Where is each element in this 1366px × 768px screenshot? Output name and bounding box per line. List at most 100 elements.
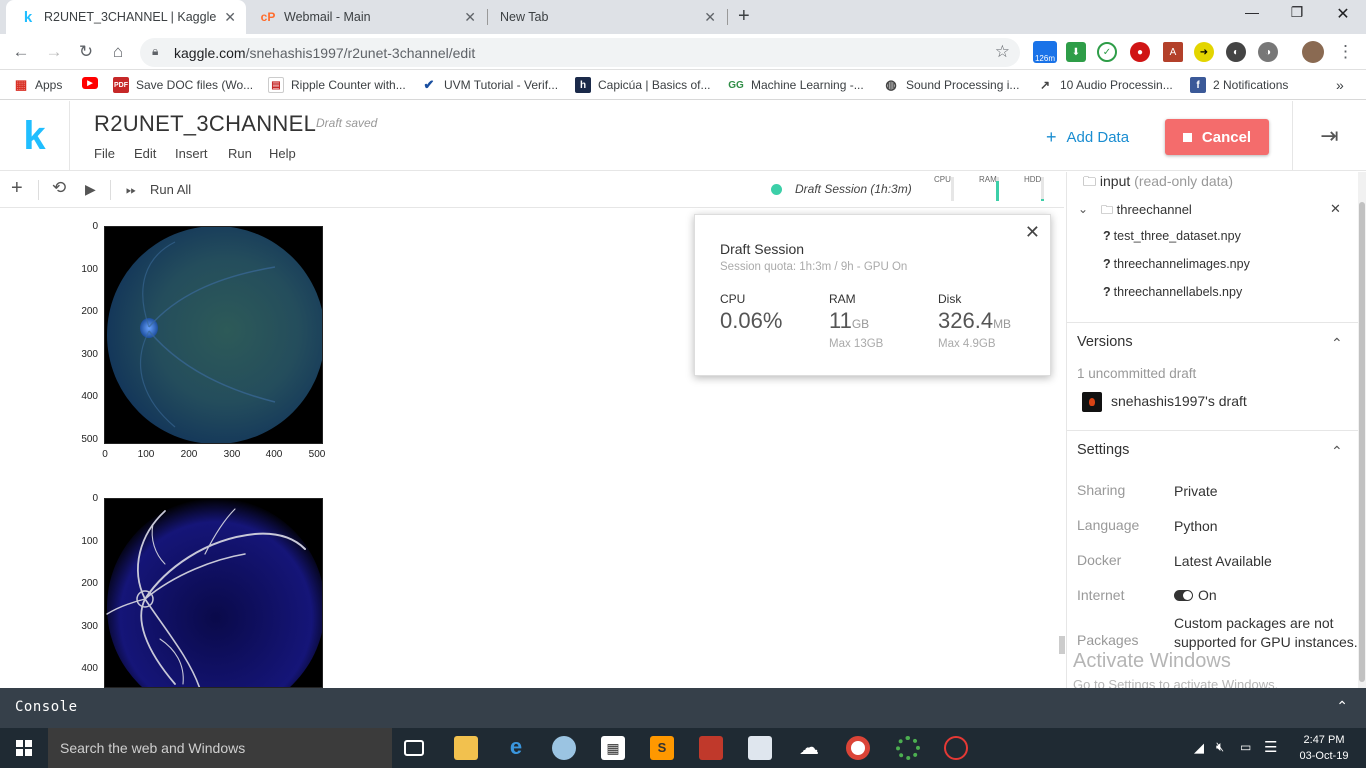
file-item[interactable]: ? test_three_dataset.npy	[1103, 229, 1241, 243]
menu-file[interactable]: File	[94, 146, 115, 161]
notebook-title[interactable]: R2UNET_3CHANNEL	[94, 111, 316, 137]
task-view-icon[interactable]	[404, 740, 424, 756]
bookmark-audio-processing[interactable]: ↗ 10 Audio Processin...	[1037, 77, 1173, 93]
setting-language-value[interactable]: Python	[1174, 518, 1218, 534]
dataset-folder[interactable]: 🗀︎ threechannel	[1101, 201, 1192, 222]
hdd-meter	[1041, 177, 1044, 201]
bookmark-facebook[interactable]: f2 Notifications	[1190, 77, 1288, 93]
onedrive-icon[interactable]: ☁	[797, 736, 821, 760]
menu-run[interactable]: Run	[228, 146, 252, 161]
close-popup-icon[interactable]: ✕	[1025, 222, 1040, 243]
input-folder[interactable]: 🗀︎ input (read-only data)	[1083, 173, 1233, 195]
setting-packages-note: Custom packages are not supported for GP…	[1174, 615, 1358, 650]
tab-kaggle[interactable]: k R2UNET_3CHANNEL | Kaggle ✕	[6, 0, 246, 34]
kebab-menu-icon[interactable]: ⋮	[1337, 42, 1354, 62]
tab-new-tab[interactable]: New Tab ✕	[486, 0, 726, 34]
pdf-extension-icon[interactable]: A	[1163, 42, 1183, 62]
file-item[interactable]: ? threechannellabels.npy	[1103, 285, 1242, 299]
profile-avatar[interactable]	[1302, 41, 1324, 63]
calculator-icon[interactable]: ▦	[601, 736, 625, 760]
chevron-down-icon[interactable]: ⌄	[1078, 202, 1088, 216]
collapse-sidebar-icon[interactable]: ⇥	[1292, 101, 1366, 171]
add-data-button[interactable]: + Add Data	[1046, 127, 1129, 148]
wifi-icon[interactable]: ◢	[1194, 740, 1204, 756]
forward-arrow-icon[interactable]: →	[43, 42, 65, 62]
unknown-file-icon: ?	[1103, 257, 1111, 271]
bookmark-save-doc[interactable]: PDF Save DOC files (Wo...	[113, 77, 253, 93]
bookmarks-overflow[interactable]: »	[1336, 77, 1344, 93]
versions-header[interactable]: Versions	[1077, 334, 1133, 350]
bookmark-sound-processing[interactable]: ◍ Sound Processing i...	[883, 77, 1019, 93]
menu-edit[interactable]: Edit	[134, 146, 156, 161]
spider-app-icon[interactable]	[944, 736, 968, 760]
extension-check-icon[interactable]: ✓	[1097, 42, 1117, 62]
reload-icon[interactable]: ↻	[75, 42, 97, 62]
dark-extension-icon[interactable]: ◐	[1226, 42, 1246, 62]
photos-icon[interactable]	[748, 736, 772, 760]
home-icon[interactable]: ⌂	[107, 42, 129, 62]
bookmark-ripple-counter[interactable]: ▤ Ripple Counter with...	[268, 77, 406, 93]
bookmark-machine-learning[interactable]: GG Machine Learning -...	[728, 77, 864, 93]
chrome-icon[interactable]	[846, 736, 870, 760]
close-tab-icon[interactable]: ✕	[464, 9, 476, 26]
sidebar-scrollbar[interactable]	[1358, 172, 1366, 688]
close-window-button[interactable]: ✕	[1323, 4, 1363, 28]
run-all-button[interactable]: Run All	[150, 182, 191, 197]
volume-mute-icon[interactable]: 🔇︎	[1216, 739, 1224, 755]
cancel-button[interactable]: Cancel	[1165, 119, 1269, 155]
taskbar-search[interactable]: Search the web and Windows	[48, 728, 392, 768]
pane-resize-handle[interactable]	[1059, 636, 1065, 654]
close-tab-icon[interactable]: ✕	[224, 9, 236, 26]
setting-internet-toggle[interactable]: On	[1174, 587, 1217, 603]
menu-help[interactable]: Help	[269, 146, 296, 161]
session-label[interactable]: Draft Session (1h:3m)	[795, 182, 912, 196]
chevron-up-icon[interactable]: ⌃	[1331, 443, 1343, 460]
console-bar[interactable]: Console ⌃	[0, 688, 1366, 728]
matlab-icon[interactable]	[699, 736, 723, 760]
file-item[interactable]: ? threechannelimages.npy	[1103, 257, 1250, 271]
edge-browser-icon[interactable]: e	[504, 736, 528, 760]
bookmark-youtube[interactable]: ▶	[82, 77, 105, 89]
download-extension-icon[interactable]: ⬇	[1066, 42, 1086, 62]
tab-webmail[interactable]: cP Webmail - Main ✕	[246, 0, 486, 34]
close-tab-icon[interactable]: ✕	[704, 9, 716, 26]
arrow-extension-icon[interactable]: ➜	[1194, 42, 1214, 62]
chevron-up-icon[interactable]: ⌃	[1336, 698, 1348, 715]
record-extension-icon[interactable]: ●	[1130, 42, 1150, 62]
menu-insert[interactable]: Insert	[175, 146, 208, 161]
minimize-button[interactable]: —	[1232, 4, 1272, 28]
bookmark-capicua[interactable]: h Capicúa | Basics of...	[575, 77, 711, 93]
run-cell-icon[interactable]: ▶	[85, 181, 96, 198]
folder-icon: 🗀︎	[1083, 174, 1097, 189]
restart-icon[interactable]: ⟲	[52, 178, 66, 198]
file-explorer-icon[interactable]	[454, 736, 478, 760]
loading-app-icon[interactable]	[896, 736, 920, 760]
chevron-up-icon[interactable]: ⌃	[1331, 335, 1343, 352]
paint-icon[interactable]	[552, 736, 576, 760]
back-arrow-icon[interactable]: ←	[10, 42, 32, 62]
draft-avatar	[1082, 392, 1102, 412]
system-clock[interactable]: 2:47 PM 03-Oct-19	[1296, 732, 1352, 764]
add-cell-icon[interactable]: +	[11, 177, 23, 200]
windows-start-icon[interactable]	[0, 728, 48, 768]
sublime-text-icon[interactable]: S	[650, 736, 674, 760]
run-all-icon[interactable]: ⏩︎	[126, 182, 136, 198]
kaggle-logo[interactable]: k	[0, 101, 70, 171]
remove-dataset-icon[interactable]: ✕	[1330, 201, 1341, 217]
uncommitted-count: 1 uncommitted draft	[1077, 366, 1197, 381]
setting-sharing-value[interactable]: Private	[1174, 483, 1218, 499]
toggle-switch[interactable]	[1174, 589, 1193, 601]
address-bar[interactable]: 🔒︎ kaggle.com/snehashis1997/r2unet-3chan…	[140, 38, 1020, 67]
bookmark-star-icon[interactable]: ☆	[995, 42, 1010, 62]
bookmark-apps[interactable]: ▦ Apps	[14, 77, 63, 93]
notifications-icon[interactable]: ☰	[1264, 738, 1277, 756]
battery-icon[interactable]: ▭	[1240, 740, 1251, 754]
circle-extension-icon[interactable]: ◑	[1258, 42, 1278, 62]
draft-owner[interactable]: snehashis1997's draft	[1111, 393, 1247, 409]
setting-docker-value[interactable]: Latest Available	[1174, 553, 1272, 569]
extension-timer-icon[interactable]: 126m	[1033, 41, 1057, 63]
new-tab-button[interactable]: +	[738, 5, 750, 28]
settings-header[interactable]: Settings	[1077, 442, 1129, 458]
bookmark-uvm-tutorial[interactable]: ✔︎ UVM Tutorial - Verif...	[421, 77, 558, 93]
maximize-button[interactable]: ❐	[1277, 4, 1317, 28]
